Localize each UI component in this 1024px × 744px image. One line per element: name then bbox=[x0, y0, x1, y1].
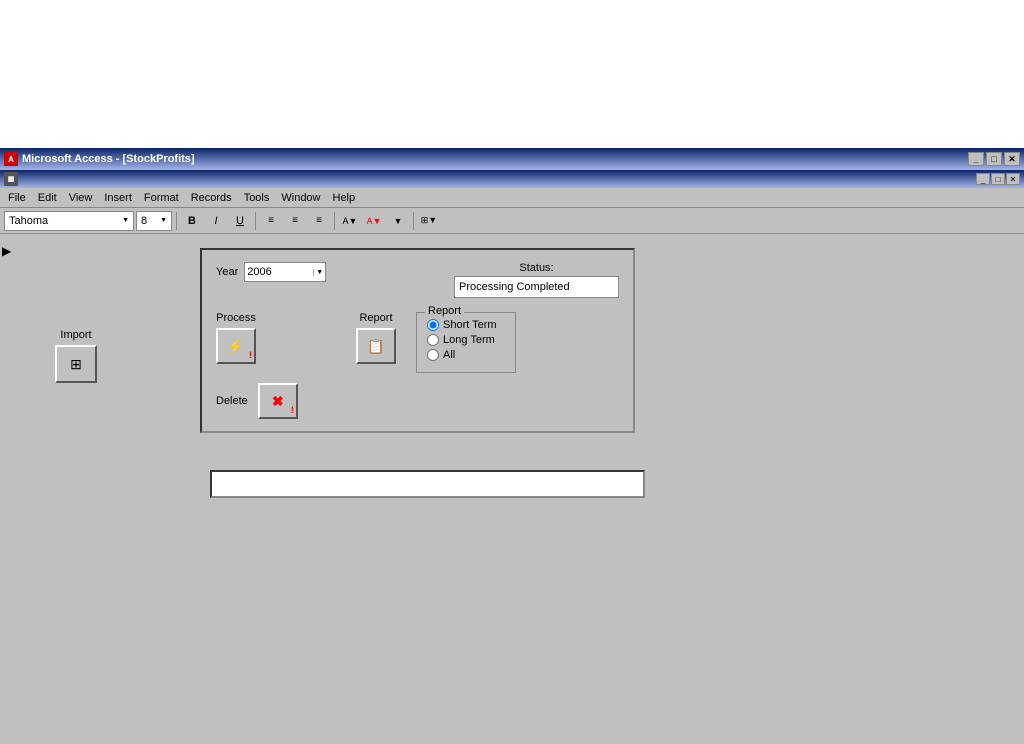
year-select-wrapper[interactable]: 2006 ▼ bbox=[244, 262, 326, 282]
italic-button[interactable]: I bbox=[205, 210, 227, 232]
minimize-button[interactable]: _ bbox=[968, 152, 984, 166]
delete-icon: ✖ bbox=[272, 393, 284, 410]
report-icon: 📋 bbox=[367, 338, 384, 355]
radio-all[interactable] bbox=[427, 349, 439, 361]
italic-icon: I bbox=[214, 215, 217, 227]
toolbar-sep-1 bbox=[176, 212, 177, 230]
font-size-arrow: ▼ bbox=[160, 217, 167, 224]
status-label: Status: bbox=[519, 262, 553, 274]
delete-button[interactable]: ✖ ! bbox=[258, 383, 298, 419]
app-wrapper: A Microsoft Access - [StockProfits] _ □ … bbox=[0, 148, 1024, 744]
doc-title-left: ▦ bbox=[4, 172, 18, 186]
bold-button[interactable]: B bbox=[181, 210, 203, 232]
align-left-button[interactable]: ≡ bbox=[260, 210, 282, 232]
app-window: A Microsoft Access - [StockProfits] _ □ … bbox=[0, 0, 1024, 744]
process-icon: ⚡ bbox=[227, 338, 244, 355]
import-button[interactable]: ⊞ bbox=[55, 345, 97, 383]
font-size-value: 8 bbox=[141, 215, 147, 227]
doc-restore-button[interactable]: □ bbox=[991, 173, 1005, 185]
doc-icon: ▦ bbox=[4, 172, 18, 186]
menu-edit[interactable]: Edit bbox=[32, 190, 63, 206]
menu-bar: File Edit View Insert Format Records Too… bbox=[0, 188, 1024, 208]
underline-button[interactable]: U bbox=[229, 210, 251, 232]
process-button[interactable]: ⚡ ! bbox=[216, 328, 256, 364]
top-row: Year 2006 ▼ Status: Processing Completed bbox=[216, 262, 619, 298]
doc-title-controls: _ □ ✕ bbox=[976, 173, 1020, 185]
font-size-box[interactable]: 8 ▼ bbox=[136, 211, 172, 231]
import-icon: ⊞ bbox=[70, 356, 82, 373]
left-nav-arrow[interactable]: ▶ bbox=[2, 244, 11, 258]
radio-long-term-row: Long Term bbox=[427, 334, 505, 346]
radio-short-term-row: Short Term bbox=[427, 319, 505, 331]
close-button[interactable]: ✕ bbox=[1004, 152, 1020, 166]
menu-format[interactable]: Format bbox=[138, 190, 185, 206]
bold-icon: B bbox=[188, 215, 196, 227]
form-panel: Year 2006 ▼ Status: Processing Completed bbox=[200, 248, 635, 433]
radio-short-term-label: Short Term bbox=[443, 319, 497, 331]
radio-short-term[interactable] bbox=[427, 319, 439, 331]
year-label: Year bbox=[216, 266, 238, 278]
highlight-button[interactable]: A▼ bbox=[339, 210, 361, 232]
delete-badge: ! bbox=[291, 405, 294, 415]
report-group-btn: Report 📋 bbox=[356, 312, 396, 364]
top-blank-area bbox=[0, 0, 1024, 148]
delete-label: Delete bbox=[216, 395, 248, 407]
menu-tools[interactable]: Tools bbox=[238, 190, 276, 206]
import-label: Import bbox=[60, 329, 91, 341]
process-badge: ! bbox=[249, 350, 252, 360]
toolbar-sep-2 bbox=[255, 212, 256, 230]
report-group-legend: Report bbox=[425, 305, 464, 317]
font-name-box[interactable]: Tahoma ▼ bbox=[4, 211, 134, 231]
year-value: 2006 bbox=[247, 266, 313, 278]
radio-long-term-label: Long Term bbox=[443, 334, 495, 346]
radio-all-label: All bbox=[443, 349, 455, 361]
toolbar-sep-4 bbox=[413, 212, 414, 230]
menu-help[interactable]: Help bbox=[327, 190, 362, 206]
border-button[interactable]: ▼ bbox=[387, 210, 409, 232]
year-dropdown-arrow: ▼ bbox=[313, 269, 323, 276]
align-center-button[interactable]: ≡ bbox=[284, 210, 306, 232]
bottom-status-bar bbox=[210, 470, 645, 498]
menu-file[interactable]: File bbox=[2, 190, 32, 206]
menu-insert[interactable]: Insert bbox=[98, 190, 138, 206]
year-section: Year 2006 ▼ bbox=[216, 262, 326, 282]
delete-row: Delete ✖ ! bbox=[216, 383, 619, 419]
app-icon: A bbox=[4, 152, 18, 166]
arrow-icon: ▶ bbox=[2, 244, 11, 258]
font-color-button[interactable]: A▼ bbox=[363, 210, 385, 232]
doc-close-button[interactable]: ✕ bbox=[1006, 173, 1020, 185]
font-name-value: Tahoma bbox=[9, 215, 48, 227]
menu-view[interactable]: View bbox=[63, 190, 99, 206]
import-section: Import ⊞ bbox=[55, 329, 97, 383]
title-bar-controls: _ □ ✕ bbox=[968, 152, 1020, 166]
process-group: Process ⚡ ! bbox=[216, 312, 256, 364]
title-bar: A Microsoft Access - [StockProfits] _ □ … bbox=[0, 148, 1024, 170]
actions-row: Process ⚡ ! Report 📋 bbox=[216, 312, 619, 373]
menu-window[interactable]: Window bbox=[275, 190, 326, 206]
report-radio-group: Report Short Term Long Term All bbox=[416, 312, 516, 373]
status-section: Status: Processing Completed bbox=[454, 262, 619, 298]
radio-all-row: All bbox=[427, 349, 505, 361]
underline-icon: U bbox=[236, 215, 244, 227]
font-name-arrow: ▼ bbox=[122, 217, 129, 224]
app-title: Microsoft Access - [StockProfits] bbox=[22, 153, 195, 165]
radio-long-term[interactable] bbox=[427, 334, 439, 346]
title-bar-left: A Microsoft Access - [StockProfits] bbox=[4, 152, 195, 166]
report-button[interactable]: 📋 bbox=[356, 328, 396, 364]
process-label: Process bbox=[216, 312, 256, 324]
doc-title-bar: ▦ _ □ ✕ bbox=[0, 170, 1024, 188]
toolbar: Tahoma ▼ 8 ▼ B I U ≡ ≡ ≡ A▼ A▼ ▼ bbox=[0, 208, 1024, 234]
main-area: ▶ Import ⊞ Year 2006 ▼ bbox=[0, 234, 1024, 744]
menu-records[interactable]: Records bbox=[185, 190, 238, 206]
status-value: Processing Completed bbox=[459, 281, 570, 293]
report-label: Report bbox=[359, 312, 392, 324]
grid-button[interactable]: ⊞▼ bbox=[418, 210, 440, 232]
status-display: Processing Completed bbox=[454, 276, 619, 298]
align-right-button[interactable]: ≡ bbox=[308, 210, 330, 232]
restore-button[interactable]: □ bbox=[986, 152, 1002, 166]
toolbar-sep-3 bbox=[334, 212, 335, 230]
doc-minimize-button[interactable]: _ bbox=[976, 173, 990, 185]
